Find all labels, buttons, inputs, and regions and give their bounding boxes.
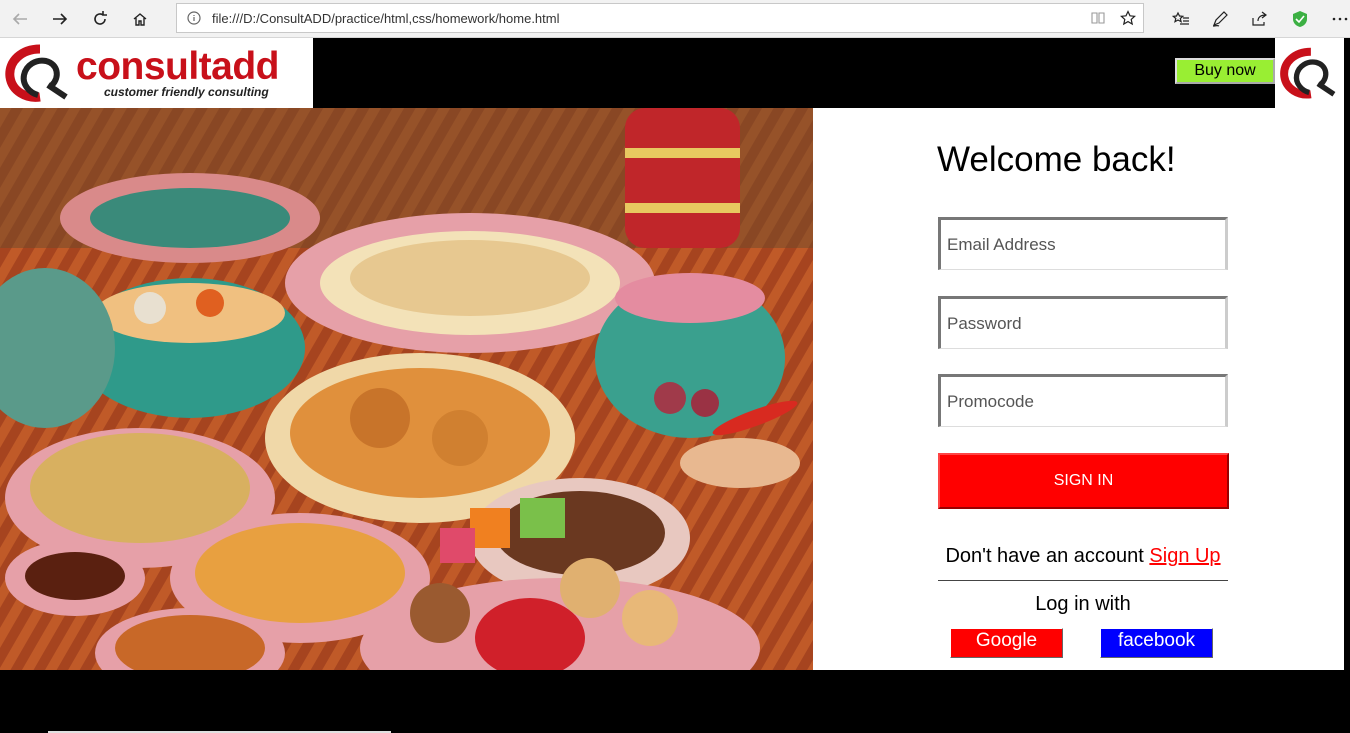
no-account-text: Don't have an account	[945, 545, 1144, 567]
logo-text: consultadd customer friendly consulting	[76, 45, 280, 100]
email-field[interactable]	[938, 217, 1228, 270]
google-login-button[interactable]: Google	[950, 628, 1063, 658]
favorites-button[interactable]	[1166, 4, 1196, 34]
home-button[interactable]	[125, 4, 155, 34]
share-button[interactable]	[1244, 4, 1274, 34]
web-page: consultadd customer friendly consulting …	[0, 38, 1350, 733]
info-icon[interactable]	[186, 10, 202, 26]
star-icon	[1120, 10, 1136, 26]
brand-tagline: customer friendly consulting	[104, 85, 269, 99]
share-icon	[1252, 11, 1267, 26]
favorite-button[interactable]	[1113, 4, 1143, 32]
back-arrow-icon	[12, 13, 27, 25]
food-hero-image	[0, 108, 813, 670]
back-button[interactable]	[5, 4, 35, 34]
brand-name: consultadd	[76, 45, 280, 88]
more-dots-icon	[1332, 17, 1348, 21]
divider-line	[938, 580, 1228, 581]
buy-now-button[interactable]: Buy now	[1175, 58, 1275, 84]
food-spread-illustration	[0, 108, 813, 670]
sign-in-button[interactable]: SIGN IN	[938, 453, 1229, 509]
login-panel: Welcome back! SIGN IN Don't have an acco…	[813, 108, 1344, 670]
login-with-text: Log in with	[1035, 593, 1131, 615]
shield-icon	[1293, 11, 1307, 27]
pen-icon	[1212, 11, 1228, 27]
password-field[interactable]	[938, 296, 1228, 349]
consultadd-logo-icon	[1279, 47, 1335, 99]
home-icon	[133, 13, 147, 26]
forward-arrow-icon	[53, 13, 68, 25]
extension-button[interactable]	[1285, 4, 1315, 34]
refresh-icon	[94, 11, 107, 25]
reading-view-button[interactable]	[1083, 4, 1113, 32]
site-header: consultadd customer friendly consulting …	[0, 38, 1344, 108]
sign-up-link[interactable]: Sign Up	[1149, 545, 1220, 567]
signup-prompt: Don't have an account Sign Up	[938, 545, 1228, 568]
book-icon	[1091, 12, 1105, 24]
facebook-login-button[interactable]: facebook	[1100, 628, 1213, 658]
address-bar[interactable]	[176, 3, 1144, 33]
welcome-heading: Welcome back!	[937, 140, 1176, 179]
promocode-field[interactable]	[938, 374, 1228, 427]
consultadd-logo-icon	[5, 44, 68, 102]
favorites-list-icon	[1172, 11, 1189, 25]
more-button[interactable]	[1325, 4, 1350, 34]
notes-button[interactable]	[1205, 4, 1235, 34]
browser-toolbar	[0, 0, 1350, 38]
header-logo-small[interactable]	[1275, 38, 1344, 108]
refresh-button[interactable]	[85, 4, 115, 34]
forward-button[interactable]	[45, 4, 75, 34]
site-logo[interactable]: consultadd customer friendly consulting	[0, 38, 313, 108]
url-input[interactable]	[212, 10, 1083, 26]
